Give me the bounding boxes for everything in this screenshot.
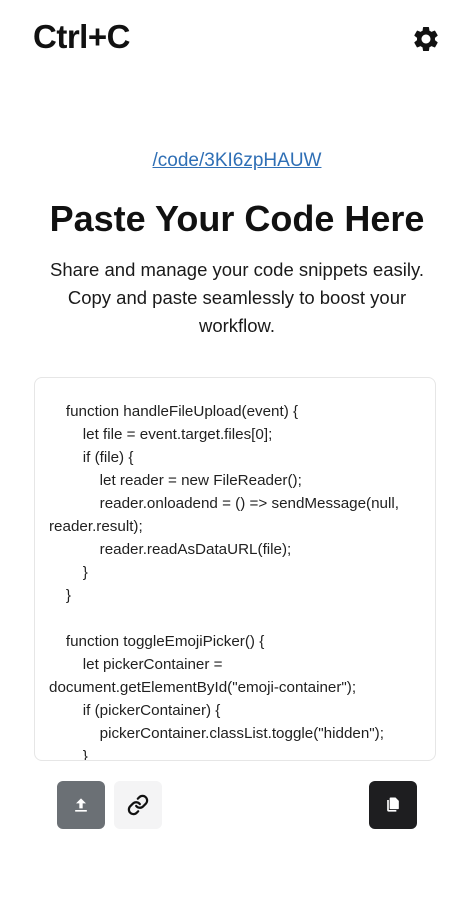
- gear-icon: [414, 26, 438, 51]
- page-title: Paste Your Code Here: [49, 198, 425, 239]
- app-logo[interactable]: Ctrl+C: [33, 18, 130, 56]
- app-header: Ctrl+C: [0, 0, 474, 80]
- share-link[interactable]: /code/3KI6zpHAUW: [0, 150, 474, 172]
- code-content[interactable]: function handleFileUpload(event) { let f…: [49, 400, 423, 760]
- code-editor[interactable]: function handleFileUpload(event) { let f…: [34, 377, 436, 761]
- settings-button[interactable]: [408, 21, 444, 57]
- copy-icon: [387, 797, 399, 812]
- link-button[interactable]: [114, 781, 162, 829]
- page-subtitle: Share and manage your code snippets easi…: [49, 259, 424, 336]
- copy-button[interactable]: [369, 781, 417, 829]
- link-icon: [127, 794, 149, 816]
- upload-button[interactable]: [57, 781, 105, 829]
- upload-icon: [75, 798, 87, 812]
